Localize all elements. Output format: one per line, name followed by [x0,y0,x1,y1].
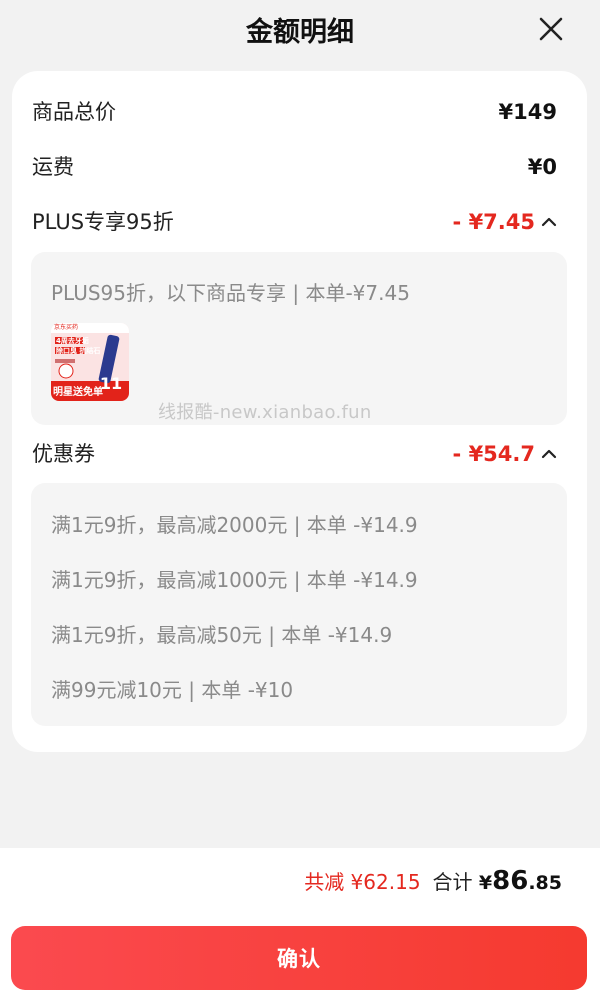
amount-detail-card: 商品总价 ¥149 运费 ¥0 PLUS专享95折 - ¥7.45 PLUS95… [12,71,587,752]
plus-discount-label: PLUS专享95折 [32,210,174,234]
shipping-row: 运费 ¥0 [32,147,557,187]
thumb-badge: 4周去牙垢 [56,337,89,345]
coupon-item: 满1元9折，最高减2000元 | 本单 -¥14.9 [51,513,418,537]
total-integer: 86 [492,866,529,896]
plus-detail-text: PLUS95折，以下商品专享 | 本单-¥7.45 [51,281,410,305]
plus-discount-value: - ¥7.45 [452,210,535,234]
coupon-item: 满1元9折，最高减50元 | 本单 -¥14.9 [51,623,393,647]
coupon-item: 满99元减10元 | 本单 -¥10 [51,678,294,702]
watermark: 线报酷-new.xianbao.fun [158,402,372,423]
total-saved: 共减 ¥62.15 [304,870,421,894]
footer-bar: 共减 ¥62.15 合计 ¥86.85 确认 [0,848,600,1003]
total-decimal: .85 [528,872,562,894]
currency-symbol: ¥ [478,872,493,894]
product-thumbnail[interactable]: 11 京东买药 4周去牙垢 除口臭 抗结石 明星送免单 [51,323,129,401]
shipping-label: 运费 [32,155,74,179]
header: 金额明细 [0,0,600,60]
page-title: 金额明细 [246,17,354,48]
shipping-value: ¥0 [527,155,557,179]
chevron-up-icon[interactable] [541,434,557,474]
goods-total-label: 商品总价 [32,100,116,124]
thumb-promo: 明星送免单 [53,387,103,398]
coupon-item: 满1元9折，最高减1000元 | 本单 -¥14.9 [51,568,418,592]
chevron-up-icon[interactable] [541,202,557,242]
thumb-store: 京东买药 [54,324,79,331]
coupon-label: 优惠券 [32,442,95,466]
total-label: 合计 [432,870,473,894]
coupon-detail-box: 满1元9折，最高减2000元 | 本单 -¥14.9 满1元9折，最高减1000… [31,483,567,726]
thumb-line2: 除口臭 抗结石 [56,347,101,355]
coupon-value: - ¥54.7 [452,442,535,466]
goods-total-row: 商品总价 ¥149 [32,92,557,132]
total-summary: 共减 ¥62.15 合计 ¥86.85 [304,866,562,896]
close-icon[interactable] [538,16,564,42]
coupon-row[interactable]: 优惠券 - ¥54.7 [32,434,557,474]
plus-discount-row[interactable]: PLUS专享95折 - ¥7.45 [32,202,557,242]
svg-text:11: 11 [100,374,122,393]
goods-total-value: ¥149 [498,100,557,124]
confirm-button[interactable]: 确认 [11,926,587,990]
